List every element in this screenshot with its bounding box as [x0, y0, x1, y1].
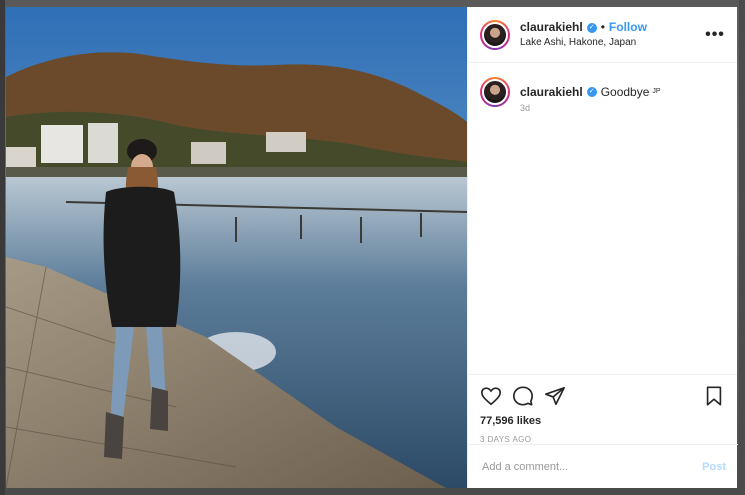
comment-icon[interactable]	[512, 385, 534, 407]
background-feed-left	[0, 0, 5, 495]
flag-jp: JP	[652, 88, 661, 95]
heart-icon[interactable]	[480, 385, 502, 407]
caption-text: Goodbye	[600, 85, 650, 99]
separator-dot: •	[600, 20, 605, 34]
post-comment-button[interactable]: Post	[702, 461, 726, 473]
verified-badge-icon: ✓	[586, 87, 597, 97]
more-options-icon[interactable]: •••	[705, 26, 725, 44]
share-icon[interactable]	[544, 385, 566, 407]
author-username[interactable]: claurakiehl	[520, 20, 583, 35]
post-actions: 77,596 likes 3 DAYS AGO	[468, 374, 737, 454]
post-header: claurakiehl ✓ • Follow Lake Ashi, Hakone…	[468, 7, 737, 63]
like-count[interactable]: 77,596 likes	[480, 415, 725, 427]
post-location[interactable]: Lake Ashi, Hakone, Japan	[520, 36, 705, 49]
author-avatar[interactable]	[480, 19, 510, 50]
comments-section: claurakiehl ✓ Goodbye JP 3d	[468, 63, 737, 374]
post-modal: claurakiehl ✓ • Follow Lake Ashi, Hakone…	[6, 7, 738, 488]
post-image	[6, 7, 467, 488]
add-comment-bar: Post	[468, 444, 738, 488]
caption-avatar[interactable]	[480, 77, 510, 107]
post-timestamp[interactable]: 3 DAYS AGO	[480, 435, 725, 444]
caption-comment: claurakiehl ✓ Goodbye JP 3d	[480, 77, 725, 113]
bookmark-icon[interactable]	[703, 385, 725, 407]
post-side-panel: claurakiehl ✓ • Follow Lake Ashi, Hakone…	[467, 7, 738, 488]
background-feed-right	[739, 0, 745, 495]
post-photo[interactable]	[6, 7, 467, 488]
follow-button[interactable]: Follow	[609, 20, 647, 35]
comment-input[interactable]	[480, 459, 703, 474]
verified-badge-icon: ✓	[586, 22, 597, 33]
